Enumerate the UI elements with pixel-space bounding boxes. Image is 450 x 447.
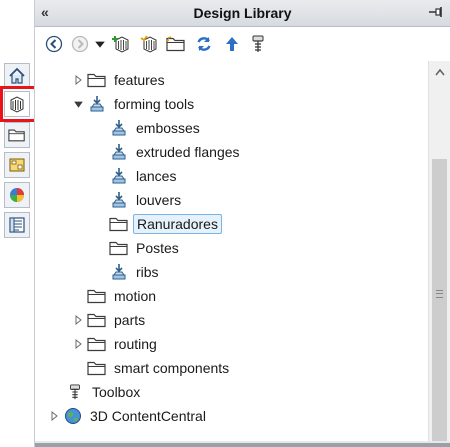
pane-header: « Design Library (35, 0, 450, 27)
history-dropdown-icon (95, 41, 105, 48)
auto-show-pin-icon[interactable] (428, 5, 444, 24)
toolbox-icon (252, 35, 264, 52)
tree-item-label: Toolbox (92, 384, 141, 400)
view-palette-icon (9, 158, 25, 172)
tree-item-label: louvers (136, 192, 182, 208)
add-file-location-icon (140, 35, 157, 53)
tree-item-ranuradores[interactable]: Ranuradores (109, 212, 222, 236)
forming-tool-icon (87, 95, 107, 113)
toolbox-button[interactable] (248, 34, 268, 54)
tree-item-label: smart components (114, 360, 230, 376)
tree-item-label: Ranuradores (133, 214, 222, 234)
expand-arrow-icon[interactable] (49, 411, 59, 421)
tree-item-forming-tools[interactable]: forming tools (73, 92, 197, 116)
folder-icon (109, 239, 129, 257)
back-button[interactable] (44, 34, 64, 54)
expand-arrow-icon[interactable] (73, 75, 83, 85)
add-to-library-button[interactable] (111, 34, 131, 54)
expand-arrow-icon[interactable] (73, 339, 83, 349)
selected-tab-highlight (0, 86, 38, 122)
up-one-level-icon (226, 37, 238, 51)
tree-item-label: 3D ContentCentral (90, 408, 206, 424)
library-toolbar (35, 27, 450, 61)
tree-item-label: forming tools (114, 96, 195, 112)
tree-item-label: features (114, 72, 165, 88)
tree-item-label: parts (114, 312, 146, 328)
vertical-scrollbar[interactable] (428, 61, 450, 441)
tree-item-label: motion (114, 288, 157, 304)
appearances-icon (10, 188, 24, 202)
tree-item-label: routing (114, 336, 157, 352)
tree-item-ribs[interactable]: ribs (109, 260, 162, 284)
folder-icon (109, 215, 129, 233)
tree-item-label: embosses (136, 120, 200, 136)
home-icon (9, 67, 25, 84)
tree-item-extruded-flanges[interactable]: extruded flanges (109, 140, 243, 164)
forward-icon (71, 35, 89, 53)
view-palette-tab[interactable] (4, 152, 30, 178)
tree-item-label: extruded flanges (136, 144, 240, 160)
tree-item-parts[interactable]: parts (73, 308, 148, 332)
tree-item-lances[interactable]: lances (109, 164, 179, 188)
folder-icon (87, 71, 107, 89)
refresh-button[interactable] (194, 34, 214, 54)
tree-item-label: lances (136, 168, 177, 184)
custom-properties-tab[interactable] (4, 212, 30, 238)
folder-icon (87, 287, 107, 305)
refresh-icon (197, 37, 211, 51)
tree-item-motion[interactable]: motion (87, 284, 159, 308)
scrollbar-thumb[interactable] (432, 159, 447, 441)
file-explorer-icon (8, 127, 26, 143)
up-one-level-button[interactable] (222, 34, 242, 54)
forming-tool-icon (109, 119, 129, 137)
expand-arrow-icon[interactable] (73, 315, 83, 325)
tree-item-routing[interactable]: routing (73, 332, 160, 356)
folder-icon (87, 335, 107, 353)
file-explorer-tab[interactable] (4, 122, 30, 148)
custom-properties-icon (9, 217, 25, 233)
task-pane-tab-strip (0, 0, 38, 447)
pane-title: Design Library (193, 5, 292, 21)
globe-icon (63, 407, 83, 425)
folder-icon (87, 359, 107, 377)
forming-tool-icon (109, 167, 129, 185)
tree-item-smart-components[interactable]: smart components (87, 356, 232, 380)
tree-item-label: Postes (136, 240, 179, 256)
back-icon (45, 35, 63, 53)
add-file-location-button[interactable] (139, 34, 159, 54)
tree-item-embosses[interactable]: embosses (109, 116, 203, 140)
tree-item-3d-contentcentral[interactable]: 3D ContentCentral (49, 404, 209, 428)
tree-item-louvers[interactable]: louvers (109, 188, 184, 212)
tree-item-features[interactable]: features (73, 68, 168, 92)
collapse-arrow-icon[interactable] (73, 99, 83, 109)
appearances-tab[interactable] (4, 182, 30, 208)
pane-bottom-border (35, 441, 450, 447)
toolbox-icon (65, 383, 85, 401)
tree-item-label: ribs (136, 264, 159, 280)
create-new-folder-button[interactable] (166, 34, 186, 54)
forming-tool-icon (109, 191, 129, 209)
tree-item-postes[interactable]: Postes (109, 236, 182, 260)
scroll-grip-icon (436, 290, 443, 298)
add-to-library-icon (112, 36, 129, 53)
create-new-folder-icon (166, 36, 186, 53)
tree-item-toolbox[interactable]: Toolbox (65, 380, 143, 404)
forming-tool-icon (109, 143, 129, 161)
library-tree: features forming tools embosses extruded… (35, 61, 428, 441)
forming-tool-icon (109, 263, 129, 281)
folder-icon (87, 311, 107, 329)
history-dropdown-button[interactable] (90, 34, 110, 54)
forward-button[interactable] (70, 34, 90, 54)
scroll-up-arrow-icon[interactable] (429, 63, 450, 81)
